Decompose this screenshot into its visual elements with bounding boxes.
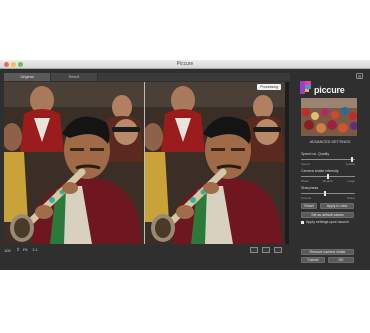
zoom-level[interactable]: 100 (4, 248, 11, 253)
ok-button[interactable]: OK (328, 257, 354, 263)
tab-original[interactable]: Original (4, 73, 50, 81)
speed-tick: Speed (301, 162, 310, 166)
brand-name: piccure (314, 85, 345, 95)
camera-shake-slider[interactable] (301, 174, 355, 179)
split-view-icon[interactable] (274, 247, 282, 253)
title-bar: Piccure (0, 60, 370, 69)
sharpness-label: Sharpness (301, 186, 319, 190)
tab-strip-fill (98, 73, 290, 81)
weak-tick: Weak (301, 179, 309, 183)
window-title: Piccure (176, 61, 194, 67)
auto-apply-checkbox[interactable] (301, 221, 304, 224)
speed-quality-slider[interactable] (301, 157, 355, 162)
cancel-button[interactable]: Cancel (301, 257, 325, 263)
quality-tick: Quality (345, 162, 355, 166)
result-photo (145, 82, 285, 244)
sharpness-ticks: Smooth Sharp (301, 196, 355, 200)
zoom-stepper-icon[interactable]: ⇕ (16, 247, 20, 253)
original-photo (4, 82, 144, 244)
gear-icon[interactable]: ⚙ (356, 73, 363, 79)
sharp-tick: Sharp (346, 196, 355, 200)
set-default-button[interactable]: Set as default values (301, 212, 354, 218)
speed-quality-ticks: Speed Quality (301, 162, 355, 166)
viewer-toolbar: 100 ⇕ Fit 1:1 (4, 246, 289, 256)
one-to-one-button[interactable]: 1:1 (32, 247, 38, 252)
camera-shake-label: Camera shake intensity (301, 169, 339, 173)
camera-shake-ticks: Weak Medium Large (301, 179, 355, 183)
settings-panel: ⚙ piccure ADVANCED SETTINGS Speed vs. Qu… (294, 73, 366, 266)
view-tabs: Original Result (4, 73, 290, 81)
preview-thumbnail (301, 98, 357, 136)
large-tick: Large (347, 179, 355, 183)
auto-apply-label: Apply settings upon launch (306, 220, 349, 224)
tab-result[interactable]: Result (51, 73, 97, 81)
smooth-tick: Smooth (301, 196, 312, 200)
app-window: Piccure Original Result Processing 100 ⇕… (0, 60, 370, 270)
medium-tick: Medium (322, 179, 334, 183)
single-view-icon[interactable] (250, 247, 258, 253)
side-by-side-view-icon[interactable] (262, 247, 270, 253)
result-image-pane[interactable]: Processing (145, 82, 285, 244)
sharpness-slider[interactable] (301, 191, 355, 196)
advanced-settings-header[interactable]: ADVANCED SETTINGS (294, 140, 366, 144)
reset-button[interactable]: Reset (301, 203, 317, 209)
fit-button[interactable]: Fit (23, 247, 27, 252)
apply-to-view-button[interactable]: Apply to view (320, 203, 354, 209)
piccure-logo-icon (300, 81, 311, 94)
speed-quality-label: Speed vs. Quality (301, 152, 330, 156)
processing-badge: Processing (257, 84, 281, 90)
original-image-pane[interactable] (4, 82, 144, 244)
image-viewer[interactable]: Processing (4, 82, 289, 244)
remove-camera-shake-button[interactable]: Remove camera shake (301, 249, 354, 255)
